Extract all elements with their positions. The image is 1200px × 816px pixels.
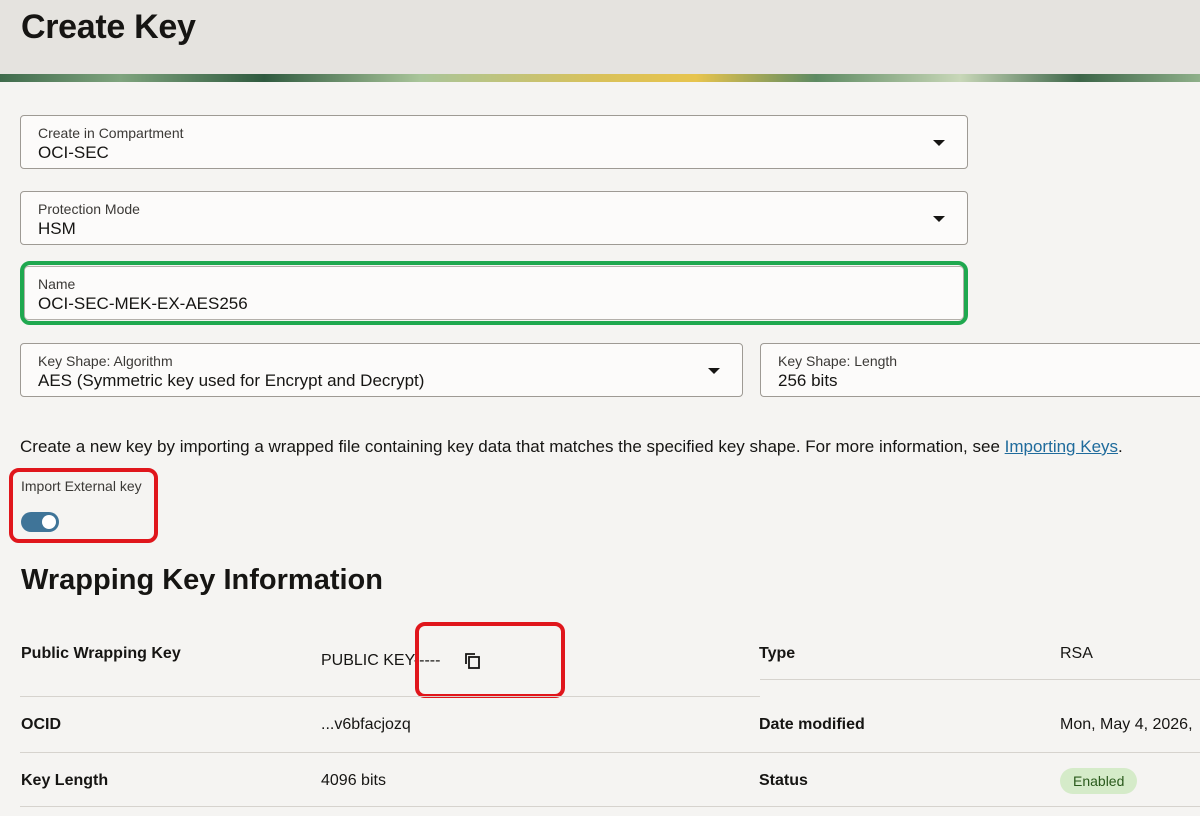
algorithm-value: AES (Symmetric key used for Encrypt and … — [38, 371, 425, 390]
type-value: RSA — [1060, 645, 1093, 662]
status-label: Status — [759, 772, 808, 789]
protection-mode-select[interactable]: Protection Mode HSM — [20, 191, 968, 245]
key-length-label: Key Length — [21, 772, 109, 789]
chevron-down-icon — [708, 368, 720, 374]
name-highlight-box — [20, 261, 968, 325]
header-banner — [0, 74, 1200, 82]
compartment-value: OCI-SEC — [38, 143, 109, 162]
algorithm-label: Key Shape: Algorithm — [38, 353, 173, 369]
importing-keys-link[interactable]: Importing Keys — [1005, 437, 1118, 456]
compartment-label: Create in Compartment — [38, 125, 184, 141]
ocid-label: OCID — [21, 716, 61, 733]
wrapping-key-title: Wrapping Key Information — [21, 564, 383, 596]
import-description: Create a new key by importing a wrapped … — [20, 437, 1123, 457]
row-divider — [20, 752, 1200, 753]
length-select[interactable]: Key Shape: Length 256 bits — [760, 343, 1200, 397]
import-description-text: Create a new key by importing a wrapped … — [20, 437, 1005, 456]
public-wrapping-key-label: Public Wrapping Key — [21, 645, 181, 662]
chevron-down-icon — [933, 140, 945, 146]
date-modified-value: Mon, May 4, 2026, — [1060, 716, 1193, 733]
date-modified-label: Date modified — [759, 716, 865, 733]
toggle-callout-box — [9, 468, 158, 543]
status-badge: Enabled — [1060, 768, 1138, 794]
length-value: 256 bits — [778, 371, 838, 390]
ocid-value: ...v6bfacjozq — [321, 716, 411, 733]
compartment-select[interactable]: Create in Compartment OCI-SEC — [20, 115, 968, 169]
length-label: Key Shape: Length — [778, 353, 898, 369]
type-label: Type — [759, 645, 796, 662]
row-divider — [20, 696, 760, 697]
row-divider — [760, 679, 1200, 680]
key-length-value: 4096 bits — [321, 772, 386, 789]
copy-callout-box — [415, 622, 565, 698]
protection-mode-label: Protection Mode — [38, 201, 140, 217]
page-header: Create Key — [0, 0, 1200, 74]
protection-mode-value: HSM — [38, 219, 76, 238]
page-title: Create Key — [21, 8, 196, 46]
chevron-down-icon — [933, 216, 945, 222]
row-divider — [20, 806, 1200, 807]
algorithm-select[interactable]: Key Shape: Algorithm AES (Symmetric key … — [20, 343, 743, 397]
import-description-end: . — [1118, 437, 1123, 456]
